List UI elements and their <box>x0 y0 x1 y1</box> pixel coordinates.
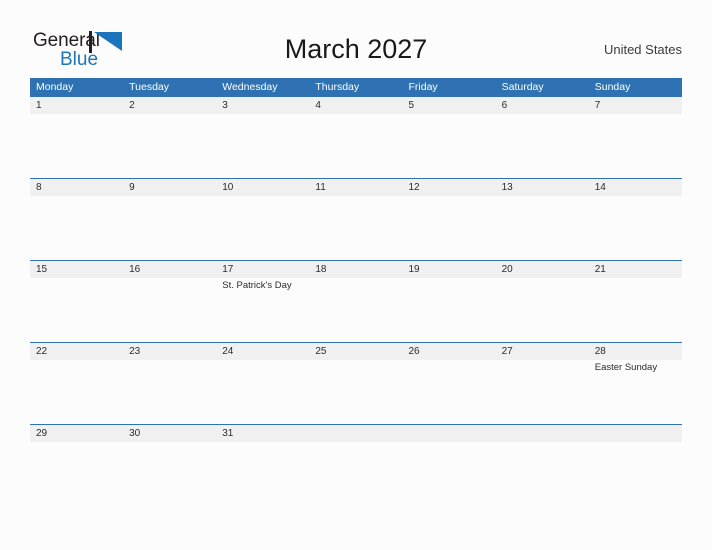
day-number[interactable]: 30 <box>123 425 216 442</box>
day-cell[interactable] <box>123 278 216 342</box>
day-cell[interactable]: St. Patrick's Day <box>216 278 309 342</box>
day-number[interactable]: 3 <box>216 97 309 114</box>
day-cell[interactable] <box>496 114 589 178</box>
day-cell[interactable] <box>216 196 309 260</box>
calendar-week-row: 1 2 3 4 5 6 7 <box>30 96 682 178</box>
day-number <box>403 425 496 442</box>
day-number[interactable]: 15 <box>30 261 123 278</box>
weekday-header-monday: Monday <box>36 81 74 93</box>
weekday-header-thursday: Thursday <box>315 81 360 93</box>
calendar-week-row: 22 23 24 25 26 27 28 Easter Sunday <box>30 342 682 424</box>
week-date-band: 22 23 24 25 26 27 28 <box>30 342 682 360</box>
day-number[interactable]: 27 <box>496 343 589 360</box>
day-number[interactable]: 20 <box>496 261 589 278</box>
day-cell[interactable] <box>403 278 496 342</box>
day-cell[interactable] <box>123 196 216 260</box>
day-number[interactable]: 19 <box>403 261 496 278</box>
day-cell[interactable] <box>309 196 402 260</box>
day-number[interactable]: 31 <box>216 425 309 442</box>
day-number[interactable]: 14 <box>589 179 682 196</box>
day-cell[interactable]: Easter Sunday <box>589 360 682 424</box>
day-number <box>309 425 402 442</box>
weekday-header-tuesday: Tuesday <box>129 81 170 93</box>
day-cell[interactable] <box>589 114 682 178</box>
week-event-band: Easter Sunday <box>30 360 682 424</box>
day-number[interactable]: 6 <box>496 97 589 114</box>
day-cell[interactable] <box>123 442 216 506</box>
calendar-grid: Monday Tuesday Wednesday Thursday Friday… <box>30 78 682 506</box>
day-cell[interactable] <box>123 360 216 424</box>
day-cell[interactable] <box>496 196 589 260</box>
day-number[interactable]: 17 <box>216 261 309 278</box>
week-event-band <box>30 442 682 506</box>
day-number <box>589 425 682 442</box>
day-number[interactable]: 13 <box>496 179 589 196</box>
day-cell[interactable] <box>496 360 589 424</box>
day-cell[interactable] <box>30 278 123 342</box>
day-cell[interactable] <box>496 278 589 342</box>
day-number[interactable]: 25 <box>309 343 402 360</box>
day-event-label: Easter Sunday <box>594 362 658 373</box>
day-number[interactable]: 23 <box>123 343 216 360</box>
week-date-band: 15 16 17 18 19 20 21 <box>30 260 682 278</box>
day-number[interactable]: 11 <box>309 179 402 196</box>
day-cell[interactable] <box>216 114 309 178</box>
day-cell[interactable] <box>30 196 123 260</box>
calendar-week-row: 29 30 31 <box>30 424 682 506</box>
day-cell <box>403 442 496 506</box>
day-cell[interactable] <box>216 360 309 424</box>
day-cell[interactable] <box>30 442 123 506</box>
calendar-weekday-header-row: Monday Tuesday Wednesday Thursday Friday… <box>30 78 682 96</box>
day-cell <box>589 442 682 506</box>
day-number <box>496 425 589 442</box>
day-cell[interactable] <box>309 360 402 424</box>
day-cell <box>496 442 589 506</box>
week-event-band <box>30 196 682 260</box>
day-number[interactable]: 18 <box>309 261 402 278</box>
day-number[interactable]: 9 <box>123 179 216 196</box>
day-cell[interactable] <box>403 196 496 260</box>
day-number[interactable]: 5 <box>403 97 496 114</box>
weekday-header-wednesday: Wednesday <box>222 81 278 93</box>
day-number[interactable]: 26 <box>403 343 496 360</box>
day-cell[interactable] <box>589 278 682 342</box>
day-number[interactable]: 12 <box>403 179 496 196</box>
day-number[interactable]: 10 <box>216 179 309 196</box>
day-number[interactable]: 2 <box>123 97 216 114</box>
day-cell <box>309 442 402 506</box>
weekday-header-friday: Friday <box>408 81 438 93</box>
week-date-band: 1 2 3 4 5 6 7 <box>30 96 682 114</box>
day-number[interactable]: 1 <box>30 97 123 114</box>
day-cell[interactable] <box>403 114 496 178</box>
day-cell[interactable] <box>30 360 123 424</box>
day-number[interactable]: 29 <box>30 425 123 442</box>
weekday-header-sunday: Sunday <box>594 81 631 93</box>
day-cell[interactable] <box>309 278 402 342</box>
calendar-week-row: 8 9 10 11 12 13 14 <box>30 178 682 260</box>
weekday-header-saturday: Saturday <box>501 81 544 93</box>
day-cell[interactable] <box>123 114 216 178</box>
day-cell[interactable] <box>309 114 402 178</box>
day-number[interactable]: 7 <box>589 97 682 114</box>
day-event-label: St. Patrick's Day <box>222 280 292 291</box>
page-header: General Blue March 2027 United States <box>0 0 712 78</box>
week-date-band: 8 9 10 11 12 13 14 <box>30 178 682 196</box>
day-number[interactable]: 22 <box>30 343 123 360</box>
region-label: United States <box>603 42 682 57</box>
day-cell[interactable] <box>30 114 123 178</box>
day-number[interactable]: 24 <box>216 343 309 360</box>
day-cell[interactable] <box>403 360 496 424</box>
day-number[interactable]: 4 <box>309 97 402 114</box>
week-date-band: 29 30 31 <box>30 424 682 442</box>
day-number[interactable]: 28 <box>589 343 682 360</box>
day-cell[interactable] <box>589 196 682 260</box>
week-event-band <box>30 114 682 178</box>
day-cell[interactable] <box>216 442 309 506</box>
day-number[interactable]: 16 <box>123 261 216 278</box>
day-number[interactable]: 21 <box>589 261 682 278</box>
week-event-band: St. Patrick's Day <box>30 278 682 342</box>
day-number[interactable]: 8 <box>30 179 123 196</box>
calendar-week-row: 15 16 17 18 19 20 21 St. Patrick's Day <box>30 260 682 342</box>
